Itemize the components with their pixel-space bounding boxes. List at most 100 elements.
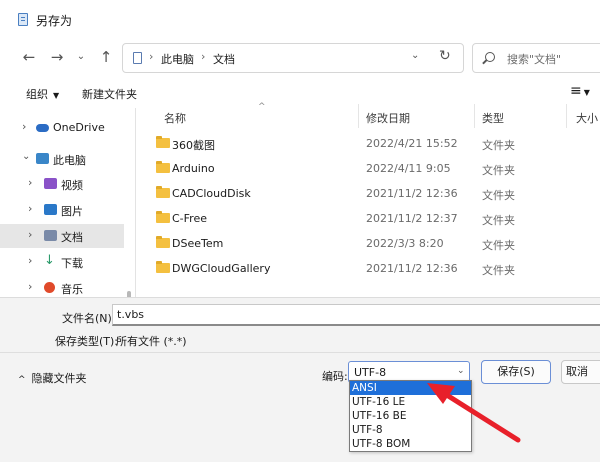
file-name: Arduino bbox=[172, 162, 215, 175]
file-list-header: ^ 名称 修改日期 类型 大小 bbox=[140, 102, 600, 128]
file-type: 文件夹 bbox=[482, 189, 515, 202]
new-folder-button[interactable]: 新建文件夹 bbox=[82, 86, 137, 102]
table-row[interactable]: C-Free 2021/11/2 12:37 文件夹 bbox=[140, 206, 600, 231]
encoding-option-utf16le[interactable]: UTF-16 LE bbox=[350, 395, 471, 409]
folder-icon bbox=[156, 236, 170, 248]
expand-chevron-icon[interactable]: › bbox=[28, 176, 32, 189]
column-divider[interactable] bbox=[358, 104, 359, 128]
address-dropdown-chevron-icon[interactable]: ⌄ bbox=[411, 50, 419, 61]
sidebar-item-label: 图片 bbox=[61, 205, 83, 218]
filename-label: 文件名(N): bbox=[62, 312, 116, 325]
encoding-option-ansi[interactable]: ANSI bbox=[350, 381, 471, 395]
video-icon bbox=[44, 178, 57, 189]
table-row[interactable]: CADCloudDisk 2021/11/2 12:36 文件夹 bbox=[140, 181, 600, 206]
column-header-size[interactable]: 大小 bbox=[576, 110, 598, 126]
chevron-down-icon: ⌄ bbox=[457, 366, 465, 376]
refresh-icon[interactable]: ↻ bbox=[439, 48, 451, 64]
search-input[interactable]: 搜索"文档" bbox=[507, 51, 561, 67]
encoding-label: 编码: bbox=[322, 370, 348, 383]
folder-icon bbox=[156, 261, 170, 273]
column-divider[interactable] bbox=[566, 104, 567, 128]
breadcrumb-separator: › bbox=[201, 50, 206, 63]
breadcrumb-documents[interactable]: 文档 bbox=[213, 51, 235, 67]
hide-folders-toggle[interactable]: ^ 隐藏文件夹 bbox=[18, 370, 87, 386]
file-type: 文件夹 bbox=[482, 139, 515, 152]
documents-icon bbox=[44, 230, 57, 241]
organize-menu-button[interactable]: 组织 ▼ bbox=[26, 86, 59, 102]
expand-chevron-icon[interactable]: › bbox=[28, 254, 32, 267]
sidebar-item-label: 下载 bbox=[61, 257, 83, 270]
folder-icon bbox=[156, 161, 170, 173]
sidebar-item-this-pc[interactable]: ⌄ 此电脑 bbox=[0, 147, 124, 171]
breadcrumb-this-pc[interactable]: 此电脑 bbox=[161, 51, 194, 67]
file-name: CADCloudDisk bbox=[172, 187, 251, 200]
chevron-down-icon: ▼ bbox=[583, 88, 590, 97]
file-date: 2022/4/11 9:05 bbox=[366, 162, 451, 175]
expand-chevron-icon[interactable]: › bbox=[28, 280, 32, 293]
sidebar-item-pictures[interactable]: › 图片 bbox=[0, 198, 124, 222]
filetype-label: 保存类型(T): bbox=[55, 335, 119, 348]
sidebar-item-onedrive[interactable]: › OneDrive bbox=[0, 116, 124, 140]
filename-input[interactable]: t.vbs bbox=[112, 304, 600, 326]
sidebar-item-label: 文档 bbox=[61, 231, 83, 244]
save-options-panel: 文件名(N): t.vbs 保存类型(T): 所有文件 (*.*) ^ 隐藏文件夹… bbox=[0, 297, 600, 462]
column-header-date[interactable]: 修改日期 bbox=[366, 110, 410, 126]
navigation-pane[interactable]: › OneDrive ⌄ 此电脑 › 视频 › 图片 › 文档 › ↓ 下载 ›… bbox=[0, 108, 136, 361]
table-row[interactable]: Arduino 2022/4/11 9:05 文件夹 bbox=[140, 156, 600, 181]
chevron-up-icon: ^ bbox=[18, 375, 26, 385]
cancel-button[interactable]: 取消 bbox=[561, 360, 600, 384]
file-name: C-Free bbox=[172, 212, 207, 225]
file-name: 360截图 bbox=[172, 139, 215, 152]
file-name: DWGCloudGallery bbox=[172, 262, 271, 275]
column-header-type[interactable]: 类型 bbox=[482, 110, 504, 126]
table-row[interactable]: DWGCloudGallery 2021/11/2 12:36 文件夹 bbox=[140, 256, 600, 281]
collapse-chevron-icon[interactable]: ⌄ bbox=[22, 151, 30, 162]
navigation-bar: ← → ⌄ ↑ › 此电脑 › 文档 ⌄ ↻ 搜索"文档" bbox=[0, 40, 600, 76]
list-view-icon: ≡ bbox=[570, 83, 582, 99]
file-date: 2022/3/3 8:20 bbox=[366, 237, 444, 250]
file-date: 2022/4/21 15:52 bbox=[366, 137, 458, 150]
sidebar-item-documents[interactable]: › 文档 bbox=[0, 224, 124, 248]
notepad-icon bbox=[18, 13, 28, 26]
expand-chevron-icon[interactable]: › bbox=[28, 202, 32, 215]
table-row[interactable]: DSeeTem 2022/3/3 8:20 文件夹 bbox=[140, 231, 600, 256]
encoding-option-utf16be[interactable]: UTF-16 BE bbox=[350, 409, 471, 423]
expand-chevron-icon[interactable]: › bbox=[28, 228, 32, 241]
window-title: 另存为 bbox=[36, 14, 73, 28]
sidebar-item-downloads[interactable]: › ↓ 下载 bbox=[0, 250, 124, 274]
hide-folders-label: 隐藏文件夹 bbox=[31, 372, 87, 385]
sidebar-item-label: OneDrive bbox=[53, 121, 105, 134]
folder-icon bbox=[156, 186, 170, 198]
file-type: 文件夹 bbox=[482, 164, 515, 177]
encoding-dropdown-list: ANSI UTF-16 LE UTF-16 BE UTF-8 UTF-8 BOM bbox=[349, 380, 472, 452]
encoding-option-utf8-bom[interactable]: UTF-8 BOM bbox=[350, 437, 471, 451]
view-options-button[interactable]: ≡ ▼ bbox=[570, 83, 590, 99]
folder-icon bbox=[156, 211, 170, 223]
up-arrow-icon[interactable]: ↑ bbox=[97, 48, 115, 66]
column-divider[interactable] bbox=[474, 104, 475, 128]
table-row[interactable]: 360截图 2022/4/21 15:52 文件夹 bbox=[140, 131, 600, 156]
back-arrow-icon[interactable]: ← bbox=[20, 48, 38, 66]
sidebar-item-label: 此电脑 bbox=[53, 154, 86, 167]
divider bbox=[0, 352, 600, 353]
organize-label: 组织 bbox=[26, 88, 48, 101]
title-bar: 另存为 bbox=[0, 0, 600, 40]
expand-chevron-icon[interactable]: › bbox=[22, 120, 26, 133]
file-date: 2021/11/2 12:37 bbox=[366, 212, 458, 225]
music-icon bbox=[44, 282, 55, 293]
file-type: 文件夹 bbox=[482, 214, 515, 227]
forward-arrow-icon[interactable]: → bbox=[48, 48, 66, 66]
file-type: 文件夹 bbox=[482, 239, 515, 252]
filetype-select[interactable]: 所有文件 (*.*) bbox=[116, 333, 187, 349]
save-button[interactable]: 保存(S) bbox=[481, 360, 551, 384]
file-name: DSeeTem bbox=[172, 237, 224, 250]
sort-ascending-icon: ^ bbox=[258, 102, 266, 112]
file-date: 2021/11/2 12:36 bbox=[366, 187, 458, 200]
search-box[interactable]: 搜索"文档" bbox=[472, 43, 600, 73]
encoding-option-utf8[interactable]: UTF-8 bbox=[350, 423, 471, 437]
address-bar[interactable]: › 此电脑 › 文档 ⌄ ↻ bbox=[122, 43, 464, 73]
column-header-name[interactable]: 名称 bbox=[164, 110, 186, 126]
sidebar-item-videos[interactable]: › 视频 bbox=[0, 172, 124, 196]
recent-locations-chevron-icon[interactable]: ⌄ bbox=[72, 48, 90, 66]
chevron-down-icon: ▼ bbox=[53, 91, 60, 100]
